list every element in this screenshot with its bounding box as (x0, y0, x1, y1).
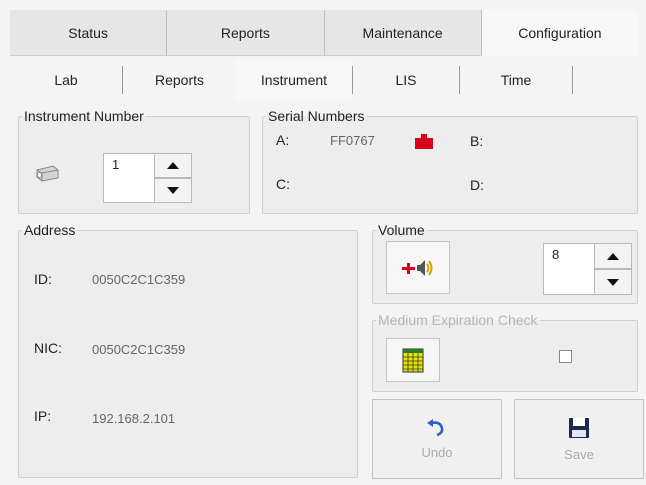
subtab-lis[interactable]: LIS (353, 60, 459, 100)
volume-test-button[interactable] (386, 241, 450, 294)
address-ip-value: 192.168.2.101 (92, 411, 176, 426)
instrument-icon (34, 163, 60, 186)
tab-reports-label: Reports (220, 24, 270, 41)
subtab-time[interactable]: Time (460, 60, 572, 100)
serial-numbers-group: Serial Numbers (262, 108, 638, 214)
instrument-number-down-button[interactable] (154, 178, 192, 203)
tab-maintenance[interactable]: Maintenance (324, 10, 482, 56)
subtab-divider (572, 66, 573, 94)
subtab-instrument[interactable]: Instrument (236, 60, 352, 100)
subtab-time-label: Time (500, 72, 532, 88)
serial-a-status-icon (414, 134, 434, 153)
serial-a-label: A: (276, 132, 290, 148)
sub-tab-bar: Lab Reports Instrument LIS Time (10, 60, 638, 100)
save-button[interactable]: Save (514, 399, 644, 479)
tab-maintenance-label: Maintenance (362, 24, 443, 41)
serial-a-value: FF0767 (330, 133, 375, 148)
arrow-down-icon (167, 187, 179, 194)
address-group: Address (18, 222, 358, 478)
undo-button[interactable]: Undo (372, 399, 502, 479)
arrow-up-icon (607, 252, 619, 260)
speaker-icon (402, 259, 433, 276)
save-label: Save (564, 446, 594, 462)
tab-status-label: Status (68, 24, 108, 41)
serial-c-label: C: (276, 176, 290, 192)
serial-numbers-legend: Serial Numbers (268, 108, 365, 124)
volume-down-button[interactable] (594, 269, 632, 295)
main-tab-bar: Status Reports Maintenance Configuration (10, 10, 638, 56)
subtab-reports-label: Reports (154, 72, 205, 88)
subtab-instrument-label: Instrument (260, 72, 328, 88)
address-legend: Address (24, 222, 76, 238)
address-nic-value: 0050C2C1C359 (92, 342, 186, 357)
undo-label: Undo (421, 444, 453, 460)
volume-legend: Volume (378, 222, 425, 238)
tab-configuration[interactable]: Configuration (481, 10, 638, 56)
tab-reports[interactable]: Reports (167, 10, 325, 56)
address-ip-label: IP: (34, 408, 52, 424)
address-nic-label: NIC: (34, 340, 62, 356)
subtab-lis-label: LIS (395, 72, 417, 88)
instrument-number-input[interactable]: 1 (103, 153, 155, 203)
tab-configuration-label: Configuration (518, 25, 602, 41)
address-id-value: 0050C2C1C359 (92, 272, 186, 287)
subtab-lab[interactable]: Lab (10, 60, 122, 100)
tab-status[interactable]: Status (10, 10, 168, 56)
subtab-reports[interactable]: Reports (123, 60, 236, 100)
medium-expiration-calendar-button[interactable] (386, 338, 440, 382)
volume-input[interactable]: 8 (543, 243, 595, 295)
medium-expiration-legend: Medium Expiration Check (378, 312, 538, 328)
calendar-icon (402, 348, 424, 373)
volume-up-button[interactable] (594, 243, 632, 269)
instrument-number-legend: Instrument Number (24, 108, 144, 124)
floppy-disk-icon (569, 417, 589, 438)
subtab-lab-label: Lab (54, 72, 78, 88)
serial-b-label: B: (470, 133, 484, 149)
arrow-up-icon (167, 162, 179, 169)
serial-d-label: D: (470, 177, 484, 193)
address-id-label: ID: (34, 271, 52, 287)
medium-expiration-checkbox[interactable] (559, 350, 572, 363)
undo-icon (427, 418, 444, 436)
instrument-number-up-button[interactable] (154, 153, 192, 178)
arrow-down-icon (607, 278, 619, 286)
